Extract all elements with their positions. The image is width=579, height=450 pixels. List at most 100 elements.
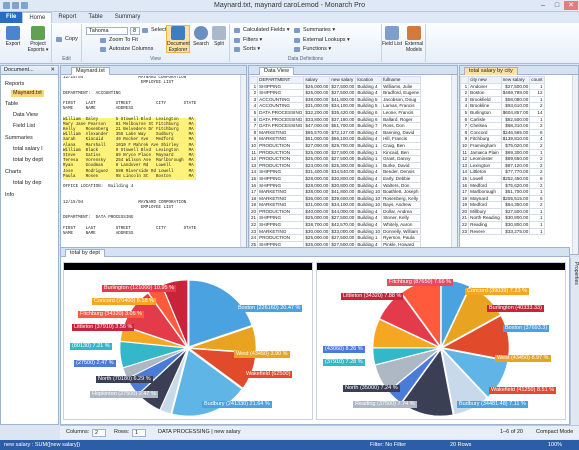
table-cell[interactable]: 11	[249, 148, 259, 157]
table-cell[interactable]: Building 7	[355, 122, 383, 130]
table-cell[interactable]: 14	[529, 108, 545, 117]
nav-reports[interactable]: Reports	[5, 81, 24, 88]
table-cell[interactable]: Hill, Francis	[381, 135, 422, 143]
field-list-button[interactable]: Field List	[382, 26, 402, 47]
table-cell[interactable]: 22	[249, 221, 259, 229]
table-cell[interactable]: Building 4	[355, 181, 383, 190]
table-cell[interactable]: $37,180.00	[329, 115, 357, 124]
table-row[interactable]: 9 MARKETING $51,000.00 $56,100.00 Building 4…	[249, 135, 422, 143]
sorts-button[interactable]: Sorts ▾	[234, 46, 260, 53]
tab-report-file[interactable]: Maynard.txt	[71, 67, 110, 75]
summaries-button[interactable]: Summaries ▾	[294, 27, 335, 34]
table-cell[interactable]: Reading	[468, 221, 502, 229]
nav-chart-total-by-dep[interactable]: total by dep	[13, 180, 41, 187]
table-cell[interactable]: $23,000.00	[303, 161, 331, 170]
table-cell[interactable]: PRODUCTION	[257, 234, 305, 242]
table-cell[interactable]: 10	[460, 141, 470, 150]
nav-table[interactable]: Table	[5, 101, 18, 108]
table-row[interactable]: 18 MARKETING $36,000.00 $39,600.00 Building …	[249, 194, 422, 203]
rows-input[interactable]: 1	[132, 429, 146, 437]
table-cell[interactable]: 23	[460, 227, 470, 236]
functions-button[interactable]: Functions ▾	[294, 46, 331, 53]
table-cell[interactable]: 12	[249, 155, 259, 163]
nav-total-salary[interactable]: total salary I	[13, 146, 43, 153]
table-cell[interactable]: 22	[460, 221, 470, 229]
data-view-vscroll[interactable]	[451, 75, 457, 254]
table-cell[interactable]: PRODUCTION	[257, 141, 305, 150]
table-cell[interactable]: $33,275.00	[500, 227, 531, 236]
table-cell[interactable]: Building 5	[355, 95, 383, 104]
close-button[interactable]: ✕	[564, 1, 578, 10]
table-cell[interactable]: Building 4	[355, 128, 383, 137]
data-view-grid-area[interactable]: DEPARTMENT salary new salary location fullna…	[249, 76, 451, 248]
table-row[interactable]: 16 SHIPPING $28,000.00 $30,800.00 Building 4…	[249, 181, 422, 190]
table-cell[interactable]: 6	[249, 115, 259, 124]
table-row[interactable]: 20 Millbury $27,500.00 1	[460, 207, 545, 216]
table-cell[interactable]: SHIPPING	[257, 82, 305, 91]
table-cell[interactable]: Building 4	[355, 135, 383, 143]
table-cell[interactable]: 2	[460, 89, 470, 97]
table-cell[interactable]: $29,700.00	[329, 141, 357, 150]
table-row[interactable]: 22 Reading $30,800.00 1	[460, 221, 545, 229]
table-cell[interactable]: $32,200.00	[303, 108, 331, 117]
table-row[interactable]: 17 MARKETING $38,000.00 $41,800.00 Building …	[249, 188, 422, 196]
split-button[interactable]: Split	[210, 26, 228, 47]
table-cell[interactable]: $38,000.00	[303, 188, 331, 196]
table-cell[interactable]: $25,000.00	[303, 89, 331, 97]
table-cell[interactable]: 1	[529, 95, 545, 104]
table-cell[interactable]: 11	[460, 148, 470, 157]
table-cell[interactable]: $87,120.00	[500, 161, 531, 170]
table-cell[interactable]: $25,000.00	[303, 214, 331, 223]
table-cell[interactable]: Leone, Francis	[381, 108, 422, 117]
columns-input[interactable]: 2	[92, 429, 106, 437]
table-cell[interactable]: MARKETING	[257, 188, 305, 196]
table-cell[interactable]: $252,450.00	[500, 174, 531, 183]
table-cell[interactable]: $139,810.00	[500, 135, 531, 143]
table-cell[interactable]: Building 4	[355, 89, 383, 97]
table-cell[interactable]: $35,420.00	[329, 108, 357, 117]
table-cell[interactable]: $25,000.00	[303, 82, 331, 91]
table-cell[interactable]: $28,000.00	[303, 174, 331, 183]
table-cell[interactable]: Millbury	[468, 207, 502, 216]
table-cell[interactable]: 1	[529, 148, 545, 157]
table-cell[interactable]: Brookline	[468, 102, 502, 110]
table-cell[interactable]: $51,000.00	[303, 135, 331, 143]
table-cell[interactable]: 6	[529, 194, 545, 203]
table-cell[interactable]: 16	[460, 181, 470, 190]
table-cell[interactable]: DATA PROCESSING	[257, 115, 305, 124]
table-cell[interactable]: 1	[529, 221, 545, 229]
table-row[interactable]: 24 PRODUCTION $25,000.00 $27,500.00 Building…	[249, 234, 422, 242]
table-row[interactable]: 4 ACCOUNTING $31,000.00 $34,100.00 Building …	[249, 102, 422, 110]
export-button[interactable]: Export	[1, 26, 25, 47]
chart-2[interactable]: Fitchburg (87650) 7.66 % Littleton (34320…	[316, 262, 566, 420]
table-cell[interactable]: North Reading	[468, 214, 502, 223]
table-row[interactable]: 16 Medford $75,620.00 2	[460, 181, 545, 190]
table-cell[interactable]: ACCOUNTING	[257, 102, 305, 110]
table-cell[interactable]: Bradford, Eugene	[381, 89, 422, 97]
table-cell[interactable]: $34,100.00	[329, 201, 357, 209]
table-cell[interactable]: $38,000.00	[303, 95, 331, 104]
table-cell[interactable]: $36,000.00	[303, 194, 331, 203]
table-row[interactable]: 19 MARKETING $31,000.00 $34,100.00 Building …	[249, 201, 422, 209]
table-cell[interactable]: $51,700.00	[329, 122, 357, 130]
table-cell[interactable]: $30,800.00	[329, 174, 357, 183]
table-cell[interactable]: 8	[460, 128, 470, 137]
copy-button[interactable]: Copy	[56, 36, 78, 43]
table-cell[interactable]: Revere	[468, 227, 502, 236]
table-cell[interactable]: 3	[249, 95, 259, 104]
table-cell[interactable]: 14	[249, 168, 259, 176]
search-button[interactable]: Search	[192, 26, 210, 47]
table-cell[interactable]: 12	[529, 89, 545, 97]
table-cell[interactable]: 2	[529, 122, 545, 130]
table-cell[interactable]: Building 10	[355, 188, 383, 196]
table-row[interactable]: 21 SHIPPING $25,000.00 $27,500.00 Building 4…	[249, 214, 422, 223]
table-cell[interactable]: MARKETING	[257, 201, 305, 209]
table-cell[interactable]: $42,570.00	[329, 221, 357, 229]
data-view-column-header[interactable]: DEPARTMENT	[257, 76, 305, 84]
table-cell[interactable]: Burke, David	[381, 161, 422, 170]
table-cell[interactable]: Andover	[468, 82, 502, 91]
table-row[interactable]: 21 North Reading $30,800.00 1	[460, 214, 545, 223]
table-cell[interactable]: 13	[249, 161, 259, 170]
table-cell[interactable]: Craig, Ben	[381, 141, 422, 150]
table-cell[interactable]: Building 6	[355, 108, 383, 117]
